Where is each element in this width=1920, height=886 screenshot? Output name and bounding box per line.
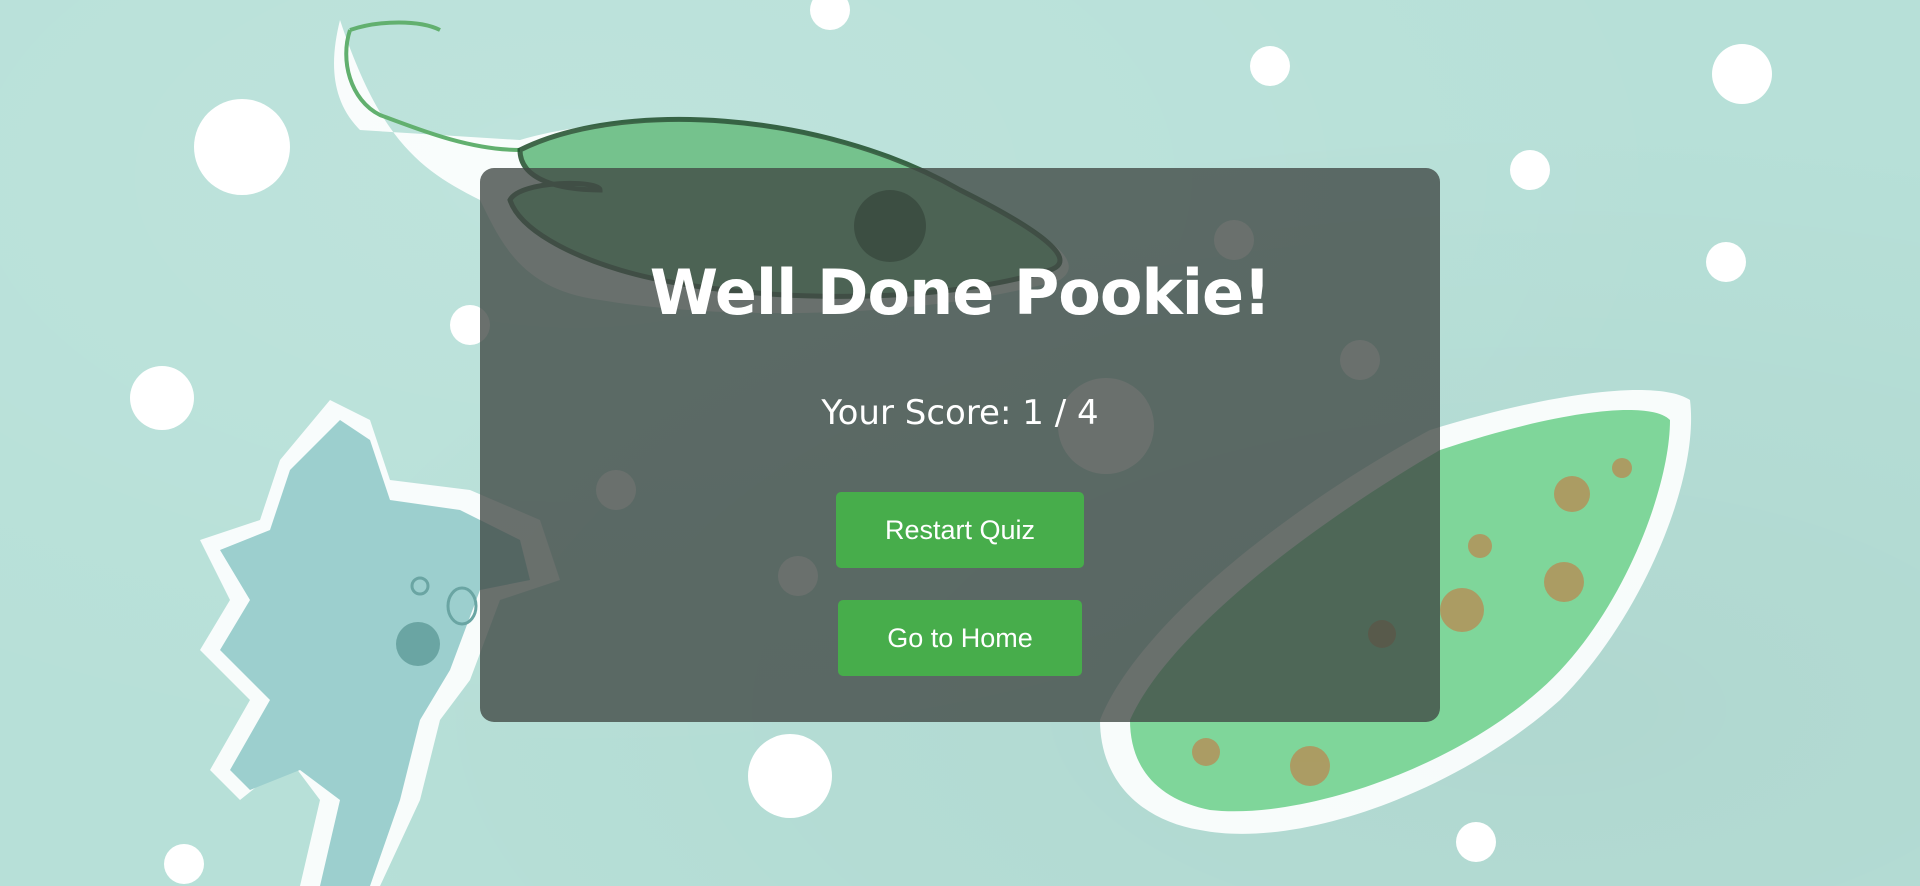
score-label: Your Score: (821, 393, 1012, 433)
restart-quiz-button[interactable]: Restart Quiz (836, 492, 1084, 568)
score-separator: / (1054, 393, 1067, 433)
result-title: Well Done Pookie! (649, 256, 1272, 329)
score-value: 1 (1022, 393, 1044, 433)
score-total: 4 (1076, 393, 1099, 433)
go-to-home-button[interactable]: Go to Home (838, 600, 1082, 676)
quiz-result-panel: Well Done Pookie! Your Score: 1 / 4 Rest… (480, 168, 1440, 722)
score-display: Your Score: 1 / 4 (480, 396, 1440, 430)
